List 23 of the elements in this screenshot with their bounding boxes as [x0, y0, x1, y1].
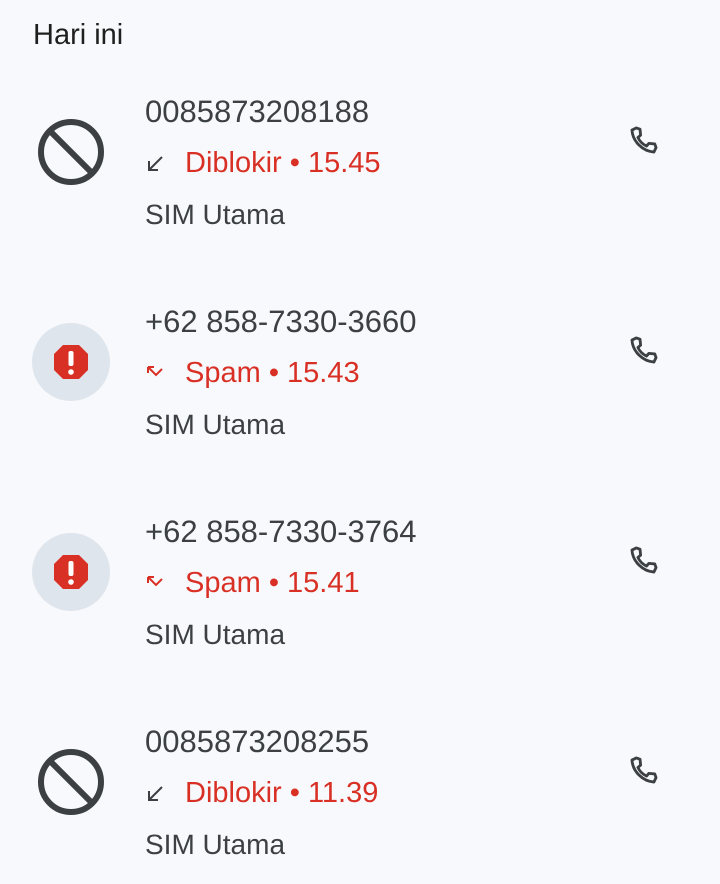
call-log-item[interactable]: +62 858-7330-3660 Spam • 15.43 SIM Utama: [0, 296, 720, 506]
sim-label: SIM Utama: [145, 618, 286, 652]
phone-number: +62 858-7330-3660: [145, 303, 418, 341]
call-status: Spam • 15.43: [185, 356, 360, 391]
phone-number: +62 858-7330-3764: [145, 513, 418, 551]
spam-warning-icon: [32, 323, 110, 401]
call-status: Diblokir • 15.45: [185, 146, 381, 181]
sim-label: SIM Utama: [145, 408, 286, 442]
blocked-icon: [36, 747, 106, 817]
incoming-arrow-icon: [145, 154, 165, 174]
blocked-icon: [36, 117, 106, 187]
call-status: Spam • 15.41: [185, 566, 360, 601]
sim-label: SIM Utama: [145, 828, 286, 862]
call-log-item[interactable]: 0085873208188 Diblokir • 15.45 SIM Utama: [0, 86, 720, 296]
section-header: Hari ini: [33, 19, 124, 51]
call-log-item[interactable]: +62 858-7330-3764 Spam • 15.41 SIM Utama: [0, 506, 720, 716]
call-log-item[interactable]: 0085873208255 Diblokir • 11.39 SIM Utama: [0, 716, 720, 884]
phone-number: 0085873208255: [145, 723, 370, 761]
spam-warning-icon: [32, 533, 110, 611]
sim-label: SIM Utama: [145, 198, 286, 232]
incoming-arrow-icon: [145, 784, 165, 804]
phone-number: 0085873208188: [145, 93, 370, 131]
call-status: Diblokir • 11.39: [185, 776, 378, 811]
